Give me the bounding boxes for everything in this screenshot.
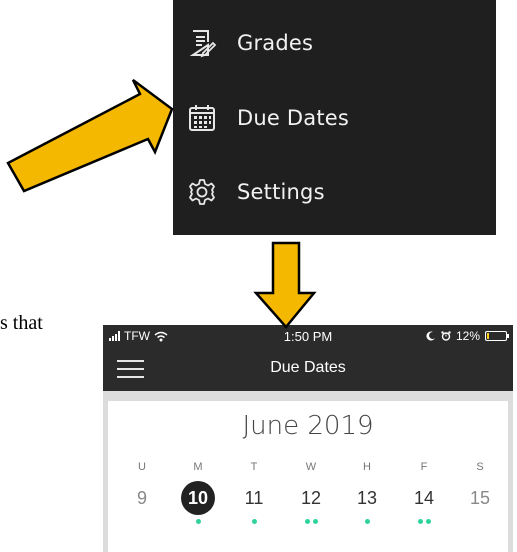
day-number: 13 bbox=[356, 488, 378, 508]
calendar-day[interactable]: 12 bbox=[291, 481, 331, 515]
calendar-day[interactable]: 9 bbox=[122, 481, 162, 515]
event-dot bbox=[425, 519, 431, 524]
event-dots bbox=[234, 519, 274, 524]
calendar-day[interactable]: 11 bbox=[234, 481, 274, 515]
day-number: 9 bbox=[136, 488, 147, 508]
weekday-label: T bbox=[250, 461, 258, 473]
phone-screen: TFW 1:50 PM 12% Due Dates June 2019 U M … bbox=[103, 325, 513, 552]
menu-item-due-dates[interactable]: Due Dates bbox=[173, 88, 496, 148]
diagonal-arrow-icon bbox=[6, 78, 174, 193]
grades-document-icon bbox=[189, 30, 217, 58]
day-number: 14 bbox=[413, 488, 435, 508]
nav-bar: Due Dates bbox=[103, 347, 513, 391]
weekday-label: U bbox=[138, 461, 146, 473]
status-right: 12% bbox=[426, 329, 509, 343]
event-dots bbox=[291, 519, 331, 524]
weekday-label: F bbox=[420, 461, 428, 473]
weekday-label: H bbox=[363, 461, 371, 473]
side-menu-panel: Grades Due Dates Settings bbox=[173, 0, 496, 235]
battery-fill bbox=[487, 333, 490, 339]
weekday-label: M bbox=[193, 461, 203, 473]
event-dot bbox=[312, 519, 318, 524]
menu-item-settings[interactable]: Settings bbox=[173, 162, 496, 222]
calendar-card: June 2019 U M T W H F S 9 10 11 12 13 14 15 bbox=[108, 401, 508, 552]
menu-item-grades-label: Grades bbox=[237, 31, 314, 55]
body-text-fragment: s that bbox=[0, 312, 43, 334]
event-dot bbox=[304, 519, 310, 524]
calendar-day[interactable]: 13 bbox=[347, 481, 387, 515]
status-bar: TFW 1:50 PM 12% bbox=[103, 325, 513, 347]
event-dot bbox=[251, 519, 257, 524]
event-dots bbox=[404, 519, 444, 524]
battery-icon bbox=[485, 331, 509, 341]
event-dots bbox=[347, 519, 387, 524]
down-arrow-icon bbox=[253, 241, 317, 329]
day-number: 12 bbox=[300, 488, 322, 508]
menu-item-due-dates-label: Due Dates bbox=[237, 106, 350, 130]
month-title: June 2019 bbox=[242, 411, 374, 441]
event-dot bbox=[195, 519, 201, 524]
day-number: 11 bbox=[244, 488, 264, 508]
weekday-label: S bbox=[476, 461, 484, 473]
calendar-icon bbox=[189, 105, 215, 131]
page-title: Due Dates bbox=[270, 359, 346, 376]
event-dots bbox=[178, 519, 218, 524]
menu-item-settings-label: Settings bbox=[237, 180, 325, 204]
weekday-label: W bbox=[305, 461, 317, 473]
moon-icon bbox=[426, 331, 435, 341]
event-dot bbox=[364, 519, 370, 524]
alarm-icon bbox=[441, 331, 451, 341]
battery-percent: 12% bbox=[455, 329, 480, 343]
calendar-day[interactable]: 15 bbox=[460, 481, 500, 515]
menu-item-grades[interactable]: Grades bbox=[173, 13, 496, 73]
day-number: 15 bbox=[469, 488, 491, 508]
selected-day-number: 10 bbox=[181, 481, 215, 515]
calendar-day[interactable]: 10 bbox=[178, 481, 218, 515]
event-dot bbox=[417, 519, 423, 524]
calendar-day[interactable]: 14 bbox=[404, 481, 444, 515]
gear-icon bbox=[189, 179, 215, 205]
